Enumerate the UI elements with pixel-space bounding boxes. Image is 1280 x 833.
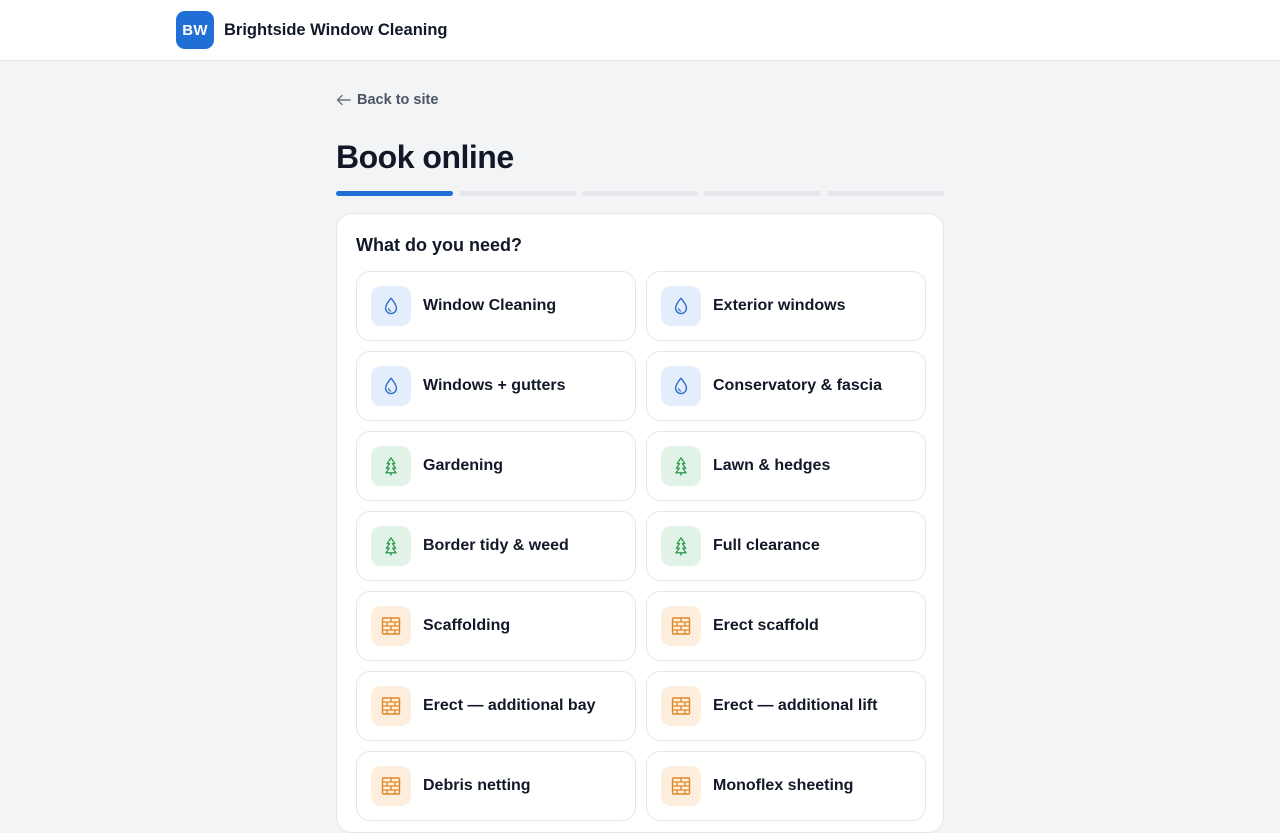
brick-wall-icon [661,686,701,726]
back-to-site-label: Back to site [357,92,439,108]
brick-wall-icon [371,686,411,726]
service-option-label: Erect — additional lift [713,697,878,714]
service-option[interactable]: Erect — additional lift [646,671,926,741]
tree-icon [371,526,411,566]
service-option-label: Conservatory & fascia [713,377,882,394]
brand-logo: BW [176,11,214,49]
progress-segment-3 [581,191,699,196]
water-drop-icon [371,366,411,406]
service-option-label: Border tidy & weed [423,537,569,554]
service-option[interactable]: Conservatory & fascia [646,351,926,421]
service-option-label: Gardening [423,457,504,474]
service-option-label: Lawn & hedges [713,457,831,474]
service-selection-card: What do you need? Window Cleaning Exterio… [336,213,944,833]
brick-wall-icon [371,766,411,806]
service-option-label: Monoflex sheeting [713,777,854,794]
progress-segment-5 [827,191,944,196]
service-option-label: Full clearance [713,537,820,554]
top-bar: BW Brightside Window Cleaning [0,0,1280,61]
service-option-label: Scaffolding [423,617,511,634]
progress-segment-4 [704,191,822,196]
service-option-label: Exterior windows [713,297,846,314]
service-option-label: Debris netting [423,777,531,794]
service-option[interactable]: Lawn & hedges [646,431,926,501]
page-title: Book online [336,139,514,175]
service-option[interactable]: Erect scaffold [646,591,926,661]
service-option[interactable]: Windows + gutters [356,351,636,421]
water-drop-icon [661,366,701,406]
tree-icon [661,446,701,486]
water-drop-icon [661,286,701,326]
brick-wall-icon [661,766,701,806]
service-options-grid: Window Cleaning Exterior windows Windows +… [356,271,926,821]
step-progress [336,191,944,196]
service-option-label: Window Cleaning [423,297,557,314]
service-option[interactable]: Scaffolding [356,591,636,661]
brand-name: Brightside Window Cleaning [224,20,448,39]
service-option-label: Erect scaffold [713,617,819,634]
step-question: What do you need? [356,235,522,255]
service-option[interactable]: Window Cleaning [356,271,636,341]
service-option[interactable]: Full clearance [646,511,926,581]
service-option[interactable]: Exterior windows [646,271,926,341]
service-option[interactable]: Debris netting [356,751,636,821]
arrow-left-icon [336,94,351,106]
service-option[interactable]: Border tidy & weed [356,511,636,581]
service-option-label: Windows + gutters [423,377,566,394]
brick-wall-icon [371,606,411,646]
service-option[interactable]: Monoflex sheeting [646,751,926,821]
water-drop-icon [371,286,411,326]
service-option-label: Erect — additional bay [423,697,596,714]
tree-icon [661,526,701,566]
tree-icon [371,446,411,486]
progress-segment-1 [336,191,453,196]
back-to-site-link[interactable]: Back to site [336,92,438,108]
service-option[interactable]: Gardening [356,431,636,501]
progress-segment-2 [458,191,576,196]
service-option[interactable]: Erect — additional bay [356,671,636,741]
brand[interactable]: BW Brightside Window Cleaning [176,11,448,49]
brick-wall-icon [661,606,701,646]
